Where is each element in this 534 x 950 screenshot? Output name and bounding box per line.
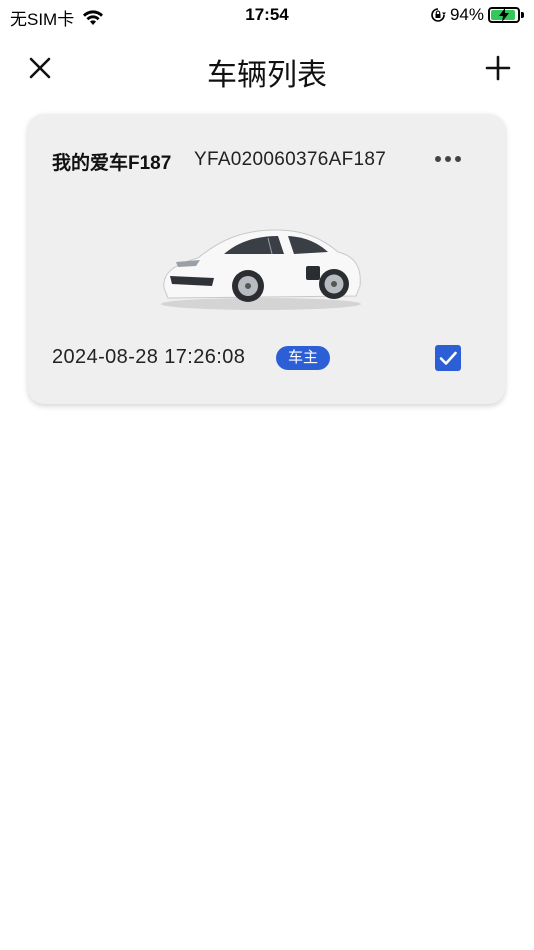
orientation-lock-icon [431, 8, 446, 22]
status-right: 94% [430, 5, 524, 25]
charging-bolt-icon [499, 8, 509, 22]
status-bar: 无SIM卡 17:54 94% [0, 0, 534, 32]
vehicle-date: 2024-08-28 17:26:08 [52, 346, 246, 368]
owner-badge: 车主 [276, 346, 331, 370]
checkmark-icon [439, 351, 457, 365]
battery-icon [488, 7, 520, 23]
battery-cap [521, 12, 524, 18]
nav-bar: 车辆列表 [0, 40, 534, 100]
plus-icon[interactable] [484, 54, 512, 82]
more-icon[interactable] [434, 152, 462, 166]
vehicle-name: 我的爱车F187 [52, 153, 172, 174]
battery-percent: 94% [449, 5, 484, 24]
vehicle-card[interactable]: 我的爱车F187 YFA020060376AF187 2024-08-28 17… [28, 114, 505, 404]
page-title: 车辆列表 [207, 59, 327, 92]
vehicle-vin: YFA020060376AF187 [194, 149, 387, 170]
car-image [161, 229, 361, 310]
selected-checkbox[interactable] [435, 345, 461, 371]
